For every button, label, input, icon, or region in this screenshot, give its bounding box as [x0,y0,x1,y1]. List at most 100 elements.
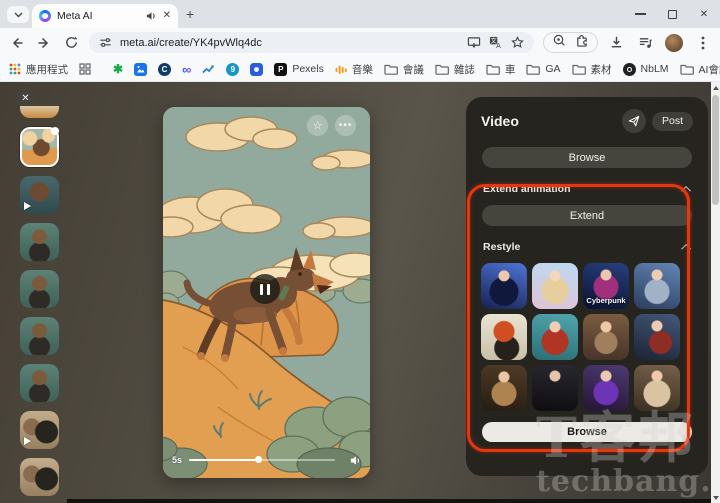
folder-icon [526,64,541,75]
progress-bar[interactable] [189,456,335,464]
media-playlist-icon[interactable] [636,34,654,52]
scrollbar-down-arrow[interactable] [711,492,720,503]
bookmark-雜誌[interactable]: 雜誌 [435,62,475,77]
restyle-header[interactable]: Restyle [483,241,692,254]
tab-search-button[interactable] [7,6,29,23]
progress-knob[interactable] [254,456,262,464]
browse-button-bottom[interactable]: Browse [482,422,692,442]
lens-search-icon[interactable] [552,33,566,52]
style-leopard-coat[interactable] [481,365,527,411]
video-player[interactable]: ☆ ••• 5s [163,107,370,478]
back-button[interactable] [8,34,26,52]
bookmark-blue-image[interactable] [134,62,148,76]
forward-button[interactable] [35,34,53,52]
extensions-puzzle-icon[interactable] [575,33,589,52]
bookmark-nblm[interactable]: NbLM [622,62,669,76]
volume-icon[interactable] [350,455,361,466]
reload-button[interactable] [62,34,80,52]
window-close-button[interactable]: ✕ [688,0,720,28]
window-minimize-button[interactable] [624,0,656,28]
play-icon [24,437,31,445]
menu-kebab-icon[interactable] [694,34,712,52]
thumbnail-partial-top[interactable] [20,106,59,118]
new-tab-button[interactable]: + [186,6,194,22]
bookmark-素材[interactable]: 素材 [571,62,612,77]
tiles-icon [79,63,91,75]
thumbnail-man-dog-video[interactable] [20,411,59,449]
thumbnail-dog-cartoon[interactable] [20,127,59,167]
music-icon [335,65,347,74]
bookmark-line-chart[interactable] [202,63,215,75]
tile-label: Cyberpunk [586,296,626,305]
tab-strip: Meta AI ✕ + ✕ [0,0,720,28]
address-bar[interactable]: meta.ai/create/YK4pvWlq4dc 文A [89,32,534,53]
bookmark-應用程式[interactable]: 應用程式 [9,62,68,77]
bookmark-label: GA [545,63,561,75]
style-storm-knight[interactable] [634,314,680,360]
style-cyberpunk[interactable]: Cyberpunk [583,263,629,309]
thumbnail-boy-1[interactable] [20,223,59,261]
bookmark-車[interactable]: 車 [486,62,515,77]
style-rooster[interactable] [481,314,527,360]
bookmark-meta-infinity[interactable]: ∞ [182,63,191,76]
tab-title: Meta AI [57,10,93,22]
page-scrollbar[interactable] [711,82,720,503]
style-purple-cloak[interactable] [583,365,629,411]
tab-meta-ai[interactable]: Meta AI ✕ [32,4,178,28]
thumbnail-girl-video[interactable] [20,176,59,214]
bookmark-blue-app[interactable] [250,62,264,76]
folder-icon [384,64,398,75]
chevron-down-icon [14,12,22,17]
pause-button[interactable] [250,274,280,304]
scrollbar-up-arrow[interactable] [711,82,720,93]
bookmark-label: 雜誌 [453,63,475,76]
style-fur-coat[interactable] [634,365,680,411]
bookmark-blue-circle[interactable]: 9 [226,62,240,76]
send-to-device-icon[interactable] [466,35,481,50]
favorite-star-button[interactable]: ☆ [307,115,328,136]
translate-icon[interactable]: 文A [488,35,503,50]
style-silver-armor[interactable] [634,263,680,309]
bookmark-label: AI會議 [698,63,720,76]
tab-close-icon[interactable]: ✕ [163,11,171,21]
style-red-hair[interactable] [532,314,578,360]
profile-avatar[interactable] [665,33,683,52]
style-pastel-blonde[interactable] [532,263,578,309]
bookmark-音樂[interactable]: 音樂 [335,62,373,77]
thumbnail-boy-3[interactable] [20,317,59,355]
tab-audio-icon[interactable] [146,11,157,21]
restyle-tile-grid: Cyberpunk [481,263,693,411]
panel-header: Video Post [481,109,693,133]
chevron-up-icon[interactable] [681,243,692,254]
bookmark-pexels[interactable]: P Pexels [274,62,324,76]
thumbnail-boy-2[interactable] [20,270,59,308]
thumbnail-man-dog-2[interactable] [20,458,59,496]
pexels-icon: P [274,62,288,76]
chevron-up-icon[interactable] [681,185,692,196]
style-galaxy-brunette[interactable] [481,263,527,309]
browse-button-top[interactable]: Browse [482,147,692,168]
bookmark-squares[interactable] [79,63,91,75]
player-controls: 5s [172,454,361,466]
extend-animation-label: Extend animation [483,183,571,195]
scrollbar-thumb[interactable] [712,95,719,205]
window-maximize-button[interactable] [656,0,688,28]
bookmark-navy-circle[interactable]: C [158,62,172,76]
window-controls: ✕ [624,0,720,28]
post-button[interactable]: Post [651,111,693,131]
bookmark-ai會議[interactable]: AI會議 [679,62,720,77]
site-settings-icon[interactable] [98,35,113,50]
extend-button[interactable]: Extend [482,205,692,226]
style-barn-rustic[interactable] [583,314,629,360]
bookmark-ga[interactable]: GA [526,63,561,75]
style-black-cloak[interactable] [532,365,578,411]
thumbnail-boy-4[interactable] [20,364,59,402]
bookmark-green-asterisk[interactable]: ✱ [113,63,123,75]
bookmark-會議[interactable]: 會議 [384,62,424,77]
url-text[interactable]: meta.ai/create/YK4pvWlq4dc [120,37,459,49]
send-button[interactable] [621,109,646,133]
downloads-icon[interactable] [607,34,625,52]
bookmark-star-icon[interactable] [510,35,525,50]
extend-animation-header[interactable]: Extend animation [483,183,692,196]
more-options-button[interactable]: ••• [335,115,356,136]
